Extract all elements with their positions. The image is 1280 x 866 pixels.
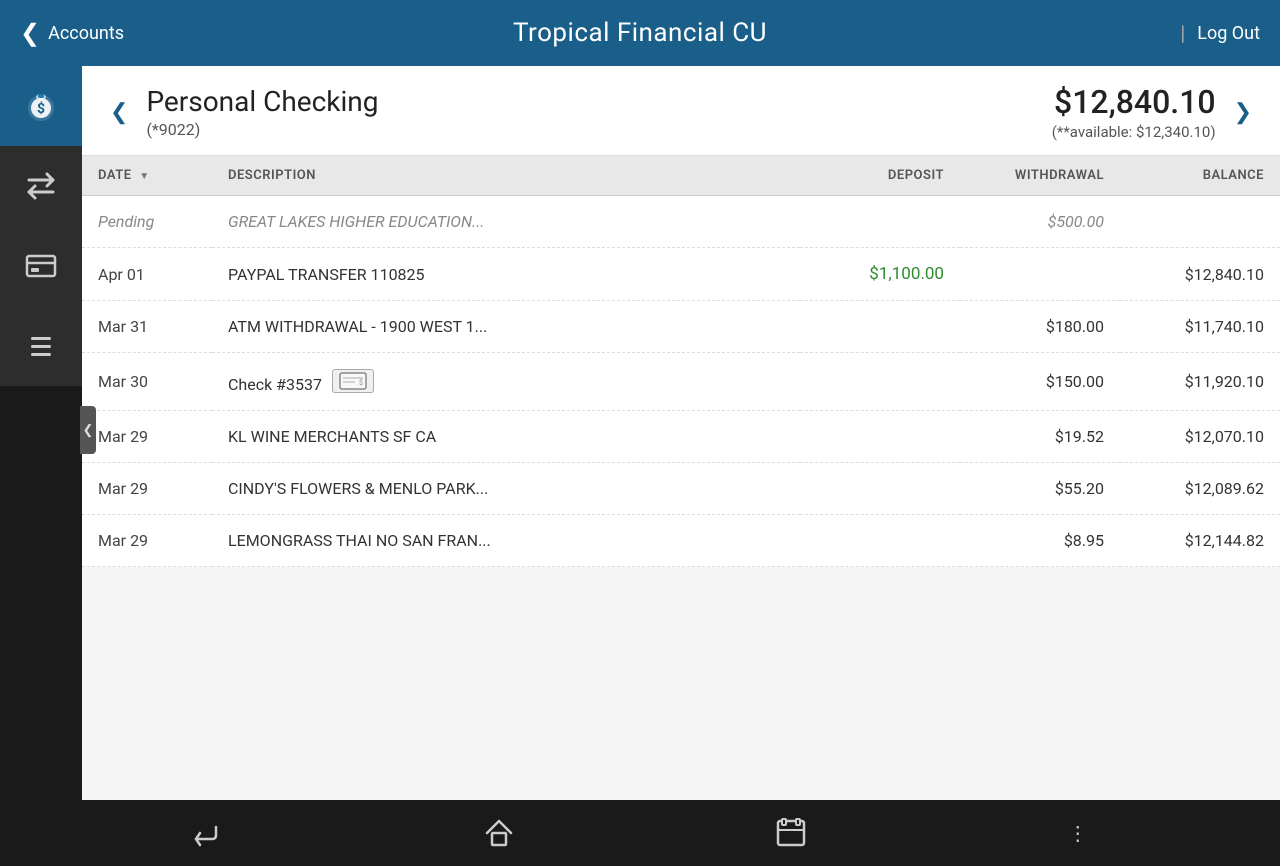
table-header-row: DATE ▼ DESCRIPTION DEPOSIT WITHDRAWAL — [82, 156, 1280, 196]
cell-deposit — [800, 196, 960, 248]
divider: | — [1180, 21, 1185, 45]
cell-withdrawal: $180.00 — [960, 301, 1120, 353]
column-header-withdrawal: WITHDRAWAL — [960, 156, 1120, 196]
sidebar-item-accounts[interactable]: $ — [0, 66, 82, 146]
cell-deposit — [800, 353, 960, 411]
cell-balance: $12,070.10 — [1120, 411, 1280, 463]
column-header-date[interactable]: DATE ▼ — [82, 156, 212, 196]
column-header-deposit: DEPOSIT — [800, 156, 960, 196]
back-nav-button[interactable] — [190, 817, 222, 849]
top-bar: ❮ Accounts Tropical Financial CU | Log O… — [0, 0, 1280, 66]
account-number: (*9022) — [146, 120, 1051, 139]
pay-icon — [23, 248, 59, 284]
cell-balance: $11,920.10 — [1120, 353, 1280, 411]
sidebar-item-more[interactable] — [0, 306, 82, 386]
menu-dots-button[interactable]: ⋮ — [1068, 821, 1090, 846]
app-title: Tropical Financial CU — [513, 18, 767, 48]
account-info: Personal Checking (*9022) — [136, 85, 1051, 139]
cell-balance — [1120, 196, 1280, 248]
cell-description: KL WINE MERCHANTS SF CA — [212, 411, 800, 463]
cell-deposit: $1,100.00 — [800, 248, 960, 301]
table-row[interactable]: Mar 29KL WINE MERCHANTS SF CA $19.52$12,0… — [82, 411, 1280, 463]
cell-date: Apr 01 — [82, 248, 212, 301]
sort-arrow-icon: ▼ — [139, 171, 149, 182]
svg-text:$: $ — [359, 379, 363, 387]
cell-withdrawal: $150.00 — [960, 353, 1120, 411]
column-header-balance: BALANCE — [1120, 156, 1280, 196]
cell-date: Mar 29 — [82, 463, 212, 515]
sidebar-collapse-tab[interactable]: ❮ — [80, 406, 96, 454]
cell-balance: $12,089.62 — [1120, 463, 1280, 515]
cell-withdrawal: $500.00 — [960, 196, 1120, 248]
sidebar-item-transfer[interactable] — [0, 146, 82, 226]
back-nav-icon — [190, 817, 222, 849]
cell-deposit — [800, 463, 960, 515]
cell-description: PAYPAL TRANSFER 110825 — [212, 248, 800, 301]
cell-description: CINDY'S FLOWERS & MENLO PARK... — [212, 463, 800, 515]
transactions-body: PendingGREAT LAKES HIGHER EDUCATION... $5… — [82, 196, 1280, 567]
cell-description: GREAT LAKES HIGHER EDUCATION... — [212, 196, 800, 248]
chevron-left-icon: ❮ — [20, 19, 40, 47]
sidebar-item-pay[interactable] — [0, 226, 82, 306]
bottom-bar: ⋮ — [0, 800, 1280, 866]
table-row[interactable]: PendingGREAT LAKES HIGHER EDUCATION... $5… — [82, 196, 1280, 248]
sidebar-nav: $ — [0, 66, 82, 386]
account-header: ❮ Personal Checking (*9022) $12,840.10 (… — [82, 66, 1280, 156]
cell-deposit — [800, 301, 960, 353]
account-prev-button[interactable]: ❮ — [102, 97, 136, 127]
account-balance: $12,840.10 — [1052, 83, 1216, 121]
cell-description: Check #3537 $ — [212, 353, 800, 411]
cell-date: Mar 29 — [82, 515, 212, 567]
cell-withdrawal: $55.20 — [960, 463, 1120, 515]
transactions-table-wrapper: DATE ▼ DESCRIPTION DEPOSIT WITHDRAWAL — [82, 156, 1280, 800]
cell-withdrawal — [960, 248, 1120, 301]
cell-withdrawal: $19.52 — [960, 411, 1120, 463]
table-row[interactable]: Mar 30Check #3537 $ $150.00$11,920.10 — [82, 353, 1280, 411]
cell-balance: $12,144.82 — [1120, 515, 1280, 567]
accounts-label: Accounts — [48, 23, 124, 44]
home-nav-button[interactable] — [483, 817, 515, 849]
account-name: Personal Checking — [146, 85, 1051, 118]
recents-nav-icon — [775, 817, 807, 849]
cell-date: Mar 31 — [82, 301, 212, 353]
recents-nav-button[interactable] — [775, 817, 807, 849]
table-row[interactable]: Mar 29LEMONGRASS THAI NO SAN FRAN... $8.9… — [82, 515, 1280, 567]
cell-date: Pending — [82, 196, 212, 248]
cell-deposit — [800, 411, 960, 463]
svg-text:$: $ — [37, 100, 45, 117]
check-image-icon[interactable]: $ — [332, 369, 374, 393]
transfer-icon — [23, 168, 59, 204]
cell-balance: $11,740.10 — [1120, 301, 1280, 353]
cell-deposit — [800, 515, 960, 567]
column-header-description: DESCRIPTION — [212, 156, 800, 196]
cell-description: LEMONGRASS THAI NO SAN FRAN... — [212, 515, 800, 567]
money-bag-icon: $ — [23, 88, 59, 124]
table-row[interactable]: Apr 01PAYPAL TRANSFER 110825$1,100.00 $12… — [82, 248, 1280, 301]
top-bar-right: | Log Out — [1180, 21, 1260, 45]
check-svg: $ — [339, 372, 367, 390]
table-row[interactable]: Mar 31ATM WITHDRAWAL - 1900 WEST 1... $18… — [82, 301, 1280, 353]
account-available: (**available: $12,340.10) — [1052, 123, 1216, 141]
logout-button[interactable]: Log Out — [1197, 23, 1260, 44]
home-nav-icon — [483, 817, 515, 849]
sidebar: $ — [0, 66, 82, 800]
transactions-table: DATE ▼ DESCRIPTION DEPOSIT WITHDRAWAL — [82, 156, 1280, 567]
table-row[interactable]: Mar 29CINDY'S FLOWERS & MENLO PARK... $55… — [82, 463, 1280, 515]
account-next-button[interactable]: ❯ — [1226, 97, 1260, 127]
account-balance-area: $12,840.10 (**available: $12,340.10) — [1052, 83, 1226, 141]
cell-withdrawal: $8.95 — [960, 515, 1120, 567]
cell-date: Mar 30 — [82, 353, 212, 411]
main-wrapper: $ — [0, 66, 1280, 800]
cell-description: ATM WITHDRAWAL - 1900 WEST 1... — [212, 301, 800, 353]
accounts-back-button[interactable]: ❮ Accounts — [20, 19, 124, 47]
cell-balance: $12,840.10 — [1120, 248, 1280, 301]
cell-date: Mar 29 — [82, 411, 212, 463]
content-area: ❮ Personal Checking (*9022) $12,840.10 (… — [82, 66, 1280, 800]
more-icon — [23, 328, 59, 364]
